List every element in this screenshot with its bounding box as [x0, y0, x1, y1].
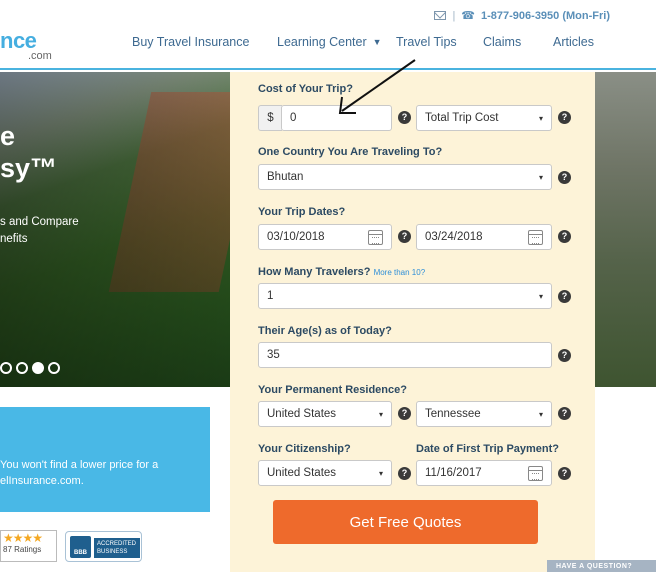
site-logo-suffix: .com: [28, 50, 52, 62]
currency-prefix: $: [258, 105, 282, 131]
calendar-icon[interactable]: [528, 466, 543, 481]
promo-line-2: elInsurance.com.: [0, 475, 84, 487]
help-icon[interactable]: ?: [398, 230, 411, 243]
contact-divider: |: [452, 9, 456, 22]
chevron-down-icon: ▾: [378, 469, 383, 478]
payment-date-label: Date of First Trip Payment?: [416, 443, 560, 455]
get-free-quotes-button[interactable]: Get Free Quotes: [273, 500, 538, 544]
citizenship-select[interactable]: United States ▾: [258, 460, 392, 486]
chevron-down-icon: ▾: [538, 410, 543, 419]
cost-type-value: Total Trip Cost: [425, 112, 499, 124]
residence-label: Your Permanent Residence?: [258, 384, 407, 396]
carousel-dot[interactable]: [48, 362, 60, 374]
travelers-select[interactable]: 1 ▾: [258, 283, 552, 309]
carousel-dot-active[interactable]: [32, 362, 44, 374]
chevron-down-icon: ▾: [538, 292, 543, 301]
residence-country-value: United States: [267, 408, 337, 420]
trip-end-date-input[interactable]: 03/24/2018: [416, 224, 552, 250]
hero-text: e sy™ s and Compare nefits: [0, 120, 79, 248]
header-bar: nce .com | ☎ 1-877-906-3950 (Mon-Fri) Bu…: [0, 0, 656, 70]
carousel-dots: [0, 362, 60, 374]
nav-claims[interactable]: Claims: [483, 35, 521, 49]
promo-line-1: You won't find a lower price for a: [0, 459, 159, 471]
help-icon[interactable]: ?: [558, 290, 571, 303]
nav-learning-center[interactable]: Learning Center ▼: [277, 35, 382, 49]
more-than-10-link[interactable]: More than 10?: [374, 268, 426, 277]
residence-country-select[interactable]: United States ▾: [258, 401, 392, 427]
residence-state-value: Tennessee: [425, 408, 481, 420]
country-value: Bhutan: [267, 171, 304, 183]
country-select[interactable]: Bhutan ▾: [258, 164, 552, 190]
help-icon[interactable]: ?: [558, 111, 571, 124]
hero-sub-2: nefits: [0, 233, 28, 245]
hero-headline-1: e: [0, 121, 16, 151]
end-date-value: 03/24/2018: [425, 231, 483, 243]
nav-articles[interactable]: Articles: [553, 35, 594, 49]
bbb-logo-icon: BBB: [70, 536, 91, 558]
envelope-icon[interactable]: [434, 11, 447, 20]
bbb-accredited-text: ACCREDITED BUSINESS: [94, 538, 140, 558]
contact-info: | ☎ 1-877-906-3950 (Mon-Fri): [434, 9, 610, 22]
calendar-icon[interactable]: [368, 230, 383, 245]
help-icon[interactable]: ?: [398, 407, 411, 420]
chevron-down-icon: ▾: [538, 173, 543, 182]
hero-image-right: [595, 72, 656, 387]
age-input[interactable]: 35: [258, 342, 552, 368]
star-rating: ★★★★: [3, 531, 43, 545]
chevron-down-icon: ▼: [372, 37, 382, 47]
chevron-down-icon: ▾: [538, 114, 543, 123]
age-label: Their Age(s) as of Today?: [258, 325, 392, 337]
hero-headline-2: sy™: [0, 153, 58, 183]
ratings-badge[interactable]: ★★★★ 87 Ratings: [0, 530, 57, 562]
citizenship-value: United States: [267, 467, 337, 479]
help-icon[interactable]: ?: [558, 467, 571, 480]
bbb-badge[interactable]: BBB ACCREDITED BUSINESS: [65, 531, 142, 562]
phone-number[interactable]: 1-877-906-3950 (Mon-Fri): [481, 10, 610, 22]
help-icon[interactable]: ?: [398, 467, 411, 480]
carousel-dot[interactable]: [16, 362, 28, 374]
hero-sub-1: s and Compare: [0, 216, 79, 228]
nav-buy-insurance[interactable]: Buy Travel Insurance: [132, 35, 249, 49]
help-icon[interactable]: ?: [558, 171, 571, 184]
dates-label: Your Trip Dates?: [258, 206, 346, 218]
price-guarantee-box: You won't find a lower price for a elIns…: [0, 407, 210, 512]
have-a-question-tab[interactable]: HAVE A QUESTION?: [547, 560, 656, 572]
start-date-value: 03/10/2018: [267, 231, 325, 243]
calendar-icon[interactable]: [528, 230, 543, 245]
country-label: One Country You Are Traveling To?: [258, 146, 443, 158]
nav-travel-tips[interactable]: Travel Tips: [396, 35, 457, 49]
phone-icon: ☎: [461, 10, 475, 22]
payment-date-input[interactable]: 11/16/2017: [416, 460, 552, 486]
citizenship-label: Your Citizenship?: [258, 443, 351, 455]
trip-start-date-input[interactable]: 03/10/2018: [258, 224, 392, 250]
carousel-dot[interactable]: [0, 362, 12, 374]
travelers-label: How Many Travelers? More than 10?: [258, 266, 426, 278]
travelers-value: 1: [267, 290, 274, 302]
cost-type-select[interactable]: Total Trip Cost ▾: [416, 105, 552, 131]
annotation-arrow: [338, 59, 416, 114]
payment-date-value: 11/16/2017: [425, 467, 482, 479]
help-icon[interactable]: ?: [558, 407, 571, 420]
help-icon[interactable]: ?: [558, 349, 571, 362]
help-icon[interactable]: ?: [558, 230, 571, 243]
ratings-count: 87 Ratings: [3, 545, 42, 554]
residence-state-select[interactable]: Tennessee ▾: [416, 401, 552, 427]
chevron-down-icon: ▾: [378, 410, 383, 419]
